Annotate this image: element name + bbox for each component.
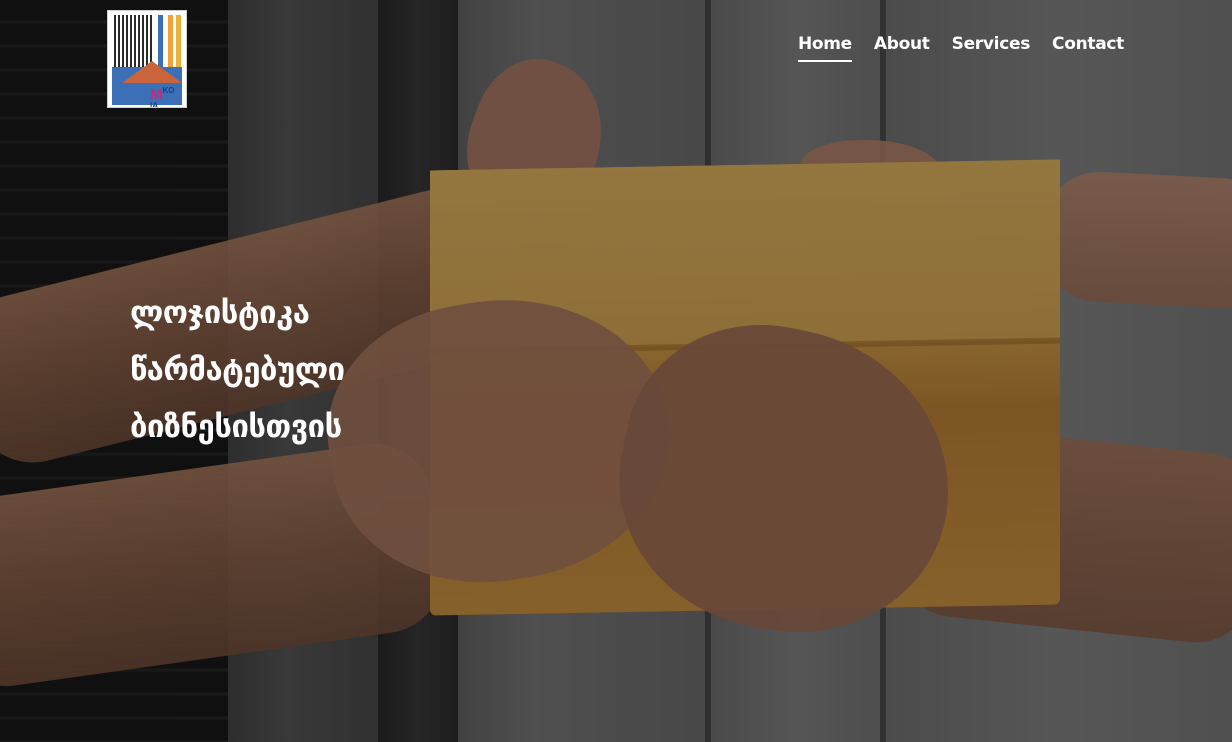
logo-letter-bottom: IA [150, 101, 158, 108]
logo-text: MKO IA [150, 87, 175, 108]
logo-letter-small: KO [162, 86, 175, 95]
hero-headline: ლოჯისტიკა წარმატებული ბიზნესისთვის [130, 285, 345, 456]
nav-item-about[interactable]: About [874, 34, 930, 62]
headline-line: ლოჯისტიკა [130, 295, 310, 331]
headline-line: ბიზნესისთვის [130, 409, 342, 445]
nav-item-services[interactable]: Services [952, 34, 1031, 62]
nav-item-contact[interactable]: Contact [1052, 34, 1124, 62]
nav-item-home[interactable]: Home [797, 34, 852, 62]
site-logo[interactable]: MKO IA [107, 10, 187, 108]
headline-line: წარმატებული [130, 352, 345, 388]
logo-roof-icon [122, 61, 182, 83]
hero-section: MKO IA Home About Services Contact ლოჯის… [0, 0, 1232, 742]
main-nav: Home About Services Contact [797, 34, 1124, 62]
